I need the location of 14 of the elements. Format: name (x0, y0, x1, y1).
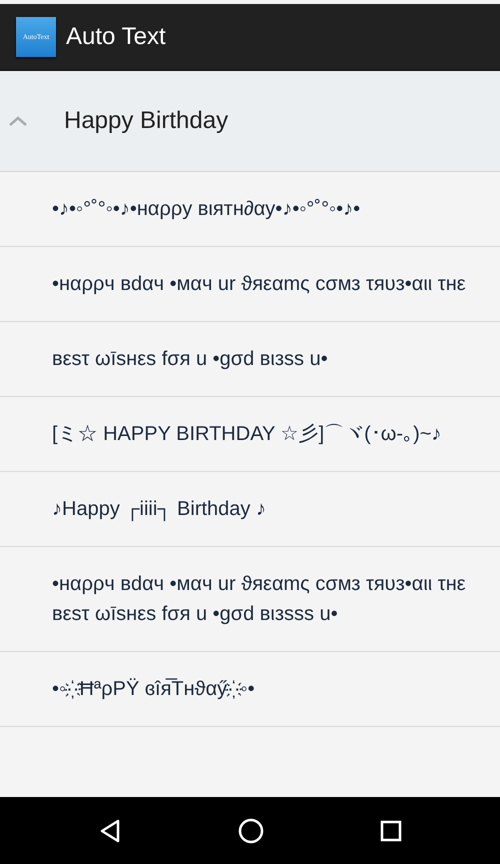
list-item[interactable]: •нαρρч вdαч •мαч ur ϑяεαmς cσмз τяυз•αιι τнε (0, 247, 500, 322)
chevron-up-icon (8, 115, 28, 127)
list-item[interactable]: [ミ☆ HAPPY BIRTHDAY ☆彡]⌒ヾ(･ω-｡)~♪ (0, 397, 500, 472)
recents-icon[interactable] (380, 820, 402, 842)
list-item[interactable]: вεsτ ωīsнεs fσя u •gσd вιзss u• (0, 322, 500, 397)
group-title: Happy Birthday (64, 107, 228, 135)
list-item[interactable]: ♪Happy ┌iiii┐ Birthday ♪ (0, 472, 500, 547)
list-item[interactable]: •♪•◦°˚°◦•♪•нαρρу вιятн∂αу•♪•◦°˚°◦•♪• (0, 172, 500, 247)
list-item[interactable]: •нαρρч вdαч •мαч ur ϑяεαmς cσмз τяυз•αιι τнε вεsτ ωīsнεs fσя u •gσd вιзsss u• (0, 547, 500, 652)
list-item[interactable]: •◦·҉·ĦªρΡŸ ɞîя̅Тнϑαӳ·҉·◦• (0, 652, 500, 727)
back-icon[interactable] (98, 818, 122, 842)
group-header[interactable]: Happy Birthday (0, 71, 500, 172)
app-title: Auto Text (66, 23, 166, 51)
home-icon[interactable] (238, 818, 264, 844)
